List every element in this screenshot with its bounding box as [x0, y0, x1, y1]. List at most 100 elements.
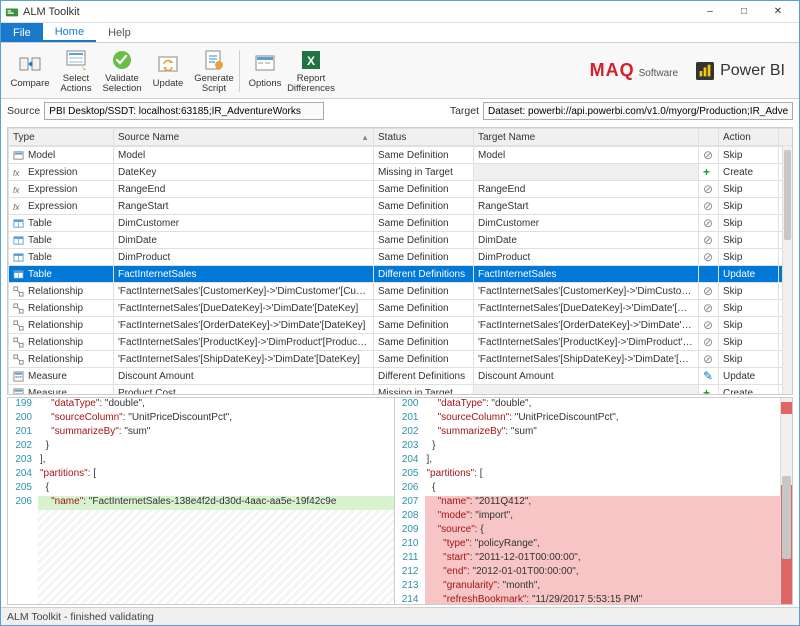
table-row[interactable]: fxExpressionRangeEndSame DefinitionRange…	[9, 181, 783, 198]
generate-script-button[interactable]: Generate Script	[191, 45, 237, 97]
code-line: 203 }	[395, 440, 781, 454]
table-row[interactable]: ModelModelSame DefinitionModel⊘Skip⌄	[9, 147, 783, 164]
report-diff-label: Report Differences	[287, 74, 335, 94]
select-actions-label: Select Actions	[60, 74, 91, 94]
options-button[interactable]: Options	[242, 45, 288, 97]
code-line: 201 "summarizeBy": "sum"	[8, 426, 394, 440]
code-line: 209 "source": {	[395, 524, 781, 538]
code-line: 205"partitions": [	[395, 468, 781, 482]
maximize-button[interactable]: □	[727, 1, 761, 23]
powerbi-logo: Power BI	[696, 62, 785, 80]
update-icon	[156, 53, 180, 77]
maq-sub: Software	[639, 68, 678, 79]
code-line: 207 "name": "2011Q412",	[395, 496, 781, 510]
maq-logo: MAQ Software	[590, 60, 678, 81]
code-line: 203],	[8, 454, 394, 468]
col-status-icon	[699, 129, 719, 146]
compare-button[interactable]: Compare	[7, 45, 53, 97]
grid-scrollbar[interactable]	[782, 146, 792, 394]
code-line: 204],	[395, 454, 781, 468]
powerbi-icon	[696, 62, 714, 80]
diff-viewer: 199 "dataType": "double",200 "sourceColu…	[7, 397, 793, 605]
tab-help[interactable]: Help	[96, 23, 143, 42]
generate-script-icon	[202, 48, 226, 72]
title-bar: ALM Toolkit – □ ✕	[1, 1, 799, 23]
menu-bar: File Home Help	[1, 23, 799, 43]
table-row[interactable]: Relationship'FactInternetSales'[Customer…	[9, 283, 783, 300]
generate-script-label: Generate Script	[194, 74, 234, 94]
col-status[interactable]: Status	[374, 129, 474, 146]
table-row[interactable]: TableFactInternetSalesDifferent Definiti…	[9, 266, 783, 283]
code-line: 206 {	[395, 482, 781, 496]
compare-icon	[18, 53, 42, 77]
table-row[interactable]: fxExpressionRangeStartSame DefinitionRan…	[9, 198, 783, 215]
compare-label: Compare	[10, 79, 49, 89]
update-label: Update	[153, 79, 184, 89]
col-action-dd	[779, 129, 794, 146]
select-actions-button[interactable]: Select Actions	[53, 45, 99, 97]
table-row[interactable]: MeasureDiscount AmountDifferent Definiti…	[9, 368, 783, 385]
source-input[interactable]	[44, 102, 324, 120]
table-row[interactable]: Relationship'FactInternetSales'[DueDateK…	[9, 300, 783, 317]
options-icon	[253, 53, 277, 77]
table-row[interactable]: TableDimCustomerSame DefinitionDimCustom…	[9, 215, 783, 232]
code-line: 212 "end": "2012-01-01T00:00:00",	[395, 566, 781, 580]
tab-file[interactable]: File	[1, 23, 43, 42]
source-label: Source	[7, 105, 40, 117]
target-input[interactable]	[483, 102, 793, 120]
update-button[interactable]: Update	[145, 45, 191, 97]
validate-label: Validate Selection	[102, 74, 141, 94]
code-line: 205 {	[8, 482, 394, 496]
code-line: 202 "summarizeBy": "sum"	[395, 426, 781, 440]
diff-scrollbar[interactable]	[780, 398, 792, 604]
table-row[interactable]: MeasureProduct CostMissing in Target+Cre…	[9, 385, 783, 395]
tab-home[interactable]: Home	[43, 23, 96, 42]
app-icon	[5, 5, 19, 19]
target-label: Target	[450, 105, 479, 117]
powerbi-text: Power BI	[720, 62, 785, 80]
source-target-row: Source Target	[1, 99, 799, 123]
svg-text:fx: fx	[13, 169, 20, 178]
code-line: 211 "start": "2011-12-01T00:00:00",	[395, 552, 781, 566]
grid-header-row[interactable]: Type Source Name▲ Status Target Name Act…	[9, 129, 794, 146]
code-line: 200 "sourceColumn": "UnitPriceDiscountPc…	[8, 412, 394, 426]
table-row[interactable]: TableDimDateSame DefinitionDimDate⊘Skip⌄	[9, 232, 783, 249]
maq-text: MAQ	[590, 60, 635, 81]
table-row[interactable]: Relationship'FactInternetSales'[OrderDat…	[9, 317, 783, 334]
code-line: 200 "dataType": "double",	[395, 398, 781, 412]
report-diff-icon: X	[299, 48, 323, 72]
status-bar: ALM Toolkit - finished validating	[1, 607, 799, 625]
code-line: 204"partitions": [	[8, 468, 394, 482]
validate-selection-button[interactable]: Validate Selection	[99, 45, 145, 97]
code-line: 201 "sourceColumn": "UnitPriceDiscountPc…	[395, 412, 781, 426]
svg-text:X: X	[307, 54, 315, 68]
minimize-button[interactable]: –	[693, 1, 727, 23]
ribbon-separator	[239, 50, 240, 92]
close-button[interactable]: ✕	[761, 1, 795, 23]
col-type[interactable]: Type	[9, 129, 114, 146]
code-line: 214 "refreshBookmark": "11/29/2017 5:53:…	[395, 594, 781, 604]
table-row[interactable]: Relationship'FactInternetSales'[ShipDate…	[9, 351, 783, 368]
col-action[interactable]: Action	[719, 129, 779, 146]
brand-area: MAQ Software Power BI	[590, 60, 793, 81]
table-row[interactable]: TableDimProductSame DefinitionDimProduct…	[9, 249, 783, 266]
report-diff-button[interactable]: X Report Differences	[288, 45, 334, 97]
svg-text:fx: fx	[13, 186, 20, 195]
diff-left-pane[interactable]: 199 "dataType": "double",200 "sourceColu…	[8, 398, 395, 604]
code-line: 210 "type": "policyRange",	[395, 538, 781, 552]
table-row[interactable]: Relationship'FactInternetSales'[ProductK…	[9, 334, 783, 351]
col-target[interactable]: Target Name	[474, 129, 699, 146]
select-actions-icon	[64, 48, 88, 72]
code-line: 206 "name": "FactInternetSales-138e4f2d-…	[8, 496, 394, 510]
ribbon: Compare Select Actions Validate Selectio…	[1, 43, 799, 99]
code-line: 202 }	[8, 440, 394, 454]
comparison-grid: Type Source Name▲ Status Target Name Act…	[7, 127, 793, 395]
svg-text:fx: fx	[13, 203, 20, 212]
window-title: ALM Toolkit	[23, 6, 693, 18]
col-source[interactable]: Source Name▲	[114, 129, 374, 146]
diff-right-pane[interactable]: 200 "dataType": "double",201 "sourceColu…	[395, 398, 781, 604]
code-line: 213 "granularity": "month",	[395, 580, 781, 594]
status-text: ALM Toolkit - finished validating	[7, 611, 154, 623]
code-line: 208 "mode": "import",	[395, 510, 781, 524]
table-row[interactable]: fxExpressionDateKeyMissing in Target+Cre…	[9, 164, 783, 181]
